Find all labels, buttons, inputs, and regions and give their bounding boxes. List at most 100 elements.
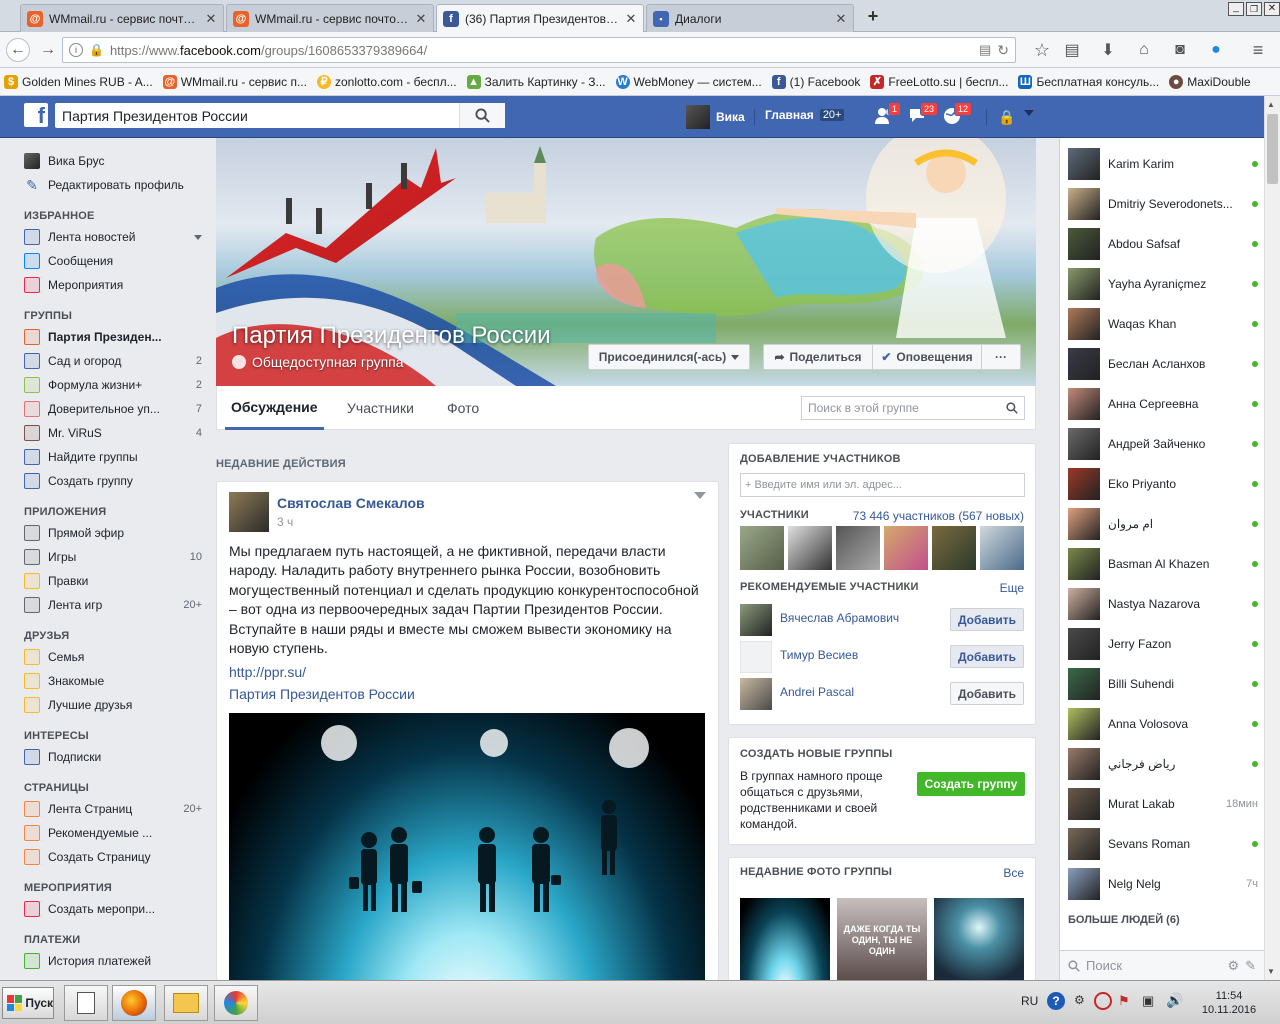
left-nav-item[interactable]: Знакомые	[24, 669, 202, 693]
tray-settings-icon[interactable]: ⚙	[1074, 993, 1085, 1007]
tab-members[interactable]: Участники	[341, 386, 420, 430]
joined-button[interactable]: Присоединился(-ась)	[588, 344, 750, 370]
bookmark-item[interactable]: ✗ FreeLotto.su | беспл...	[870, 74, 1008, 89]
add-member-button[interactable]: Добавить	[950, 608, 1024, 631]
notifications-globe-icon[interactable]: 12	[942, 102, 973, 128]
group-name[interactable]: Партия Президентов России	[232, 322, 551, 350]
browser-tab-3[interactable]: f (36) Партия Президентов Р... ✕	[436, 4, 644, 33]
member-thumb[interactable]	[980, 526, 1024, 570]
avatar[interactable]	[740, 678, 772, 710]
member-thumb[interactable]	[884, 526, 928, 570]
taskbar-app-calculator[interactable]	[64, 985, 108, 1021]
close-window-icon[interactable]: ✕	[1264, 2, 1280, 16]
left-nav-item[interactable]: Подписки	[24, 745, 202, 769]
chat-search-input[interactable]: Поиск ⚙ ✎	[1060, 950, 1264, 980]
left-nav-item[interactable]: Правки	[24, 569, 202, 593]
minimize-icon[interactable]: _	[1228, 2, 1244, 16]
bookmark-item[interactable]: ▲ Залить Картинку - З...	[466, 74, 606, 89]
add-member-button[interactable]: Добавить	[950, 645, 1024, 668]
group-search-input[interactable]: Поиск в этой группе	[801, 396, 1025, 420]
bookmark-item[interactable]: ₽ zonlotto.com - беспл...	[316, 74, 457, 89]
menu-icon[interactable]: ≡	[1246, 38, 1270, 62]
chat-contact[interactable]: Abdou Safsaf	[1068, 228, 1258, 260]
tray-antivirus-icon[interactable]	[1094, 992, 1112, 1010]
post-options-chevron-down-icon[interactable]	[694, 492, 706, 499]
close-tab-icon[interactable]: ✕	[205, 11, 217, 27]
privacy-shortcuts-icon[interactable]: 🔒	[998, 109, 1015, 126]
bookmark-item[interactable]: @ WMmail.ru - сервис п...	[162, 74, 307, 89]
language-indicator[interactable]: RU	[1021, 994, 1038, 1008]
left-nav-item[interactable]: Создать Страницу	[24, 845, 202, 869]
member-thumb[interactable]	[740, 526, 784, 570]
share-button[interactable]: ➦ Поделиться	[763, 344, 873, 370]
tray-volume-icon[interactable]: 🔊	[1166, 992, 1183, 1009]
left-nav-item[interactable]: Лента Страниц 20+	[24, 797, 202, 821]
recommended-member-name[interactable]: Andrei Pascal	[780, 685, 854, 699]
left-nav-item[interactable]: Формула жизни+ 2	[24, 373, 202, 397]
recommended-member-name[interactable]: Вячеслав Абрамович	[780, 611, 899, 625]
left-nav-item[interactable]: Создать группу	[24, 469, 202, 493]
restore-icon[interactable]: ❐	[1246, 2, 1262, 16]
taskbar-app-explorer[interactable]	[164, 985, 208, 1021]
left-nav-item[interactable]: Мероприятия	[24, 273, 202, 297]
left-nav-item[interactable]: Лента игр 20+	[24, 593, 202, 617]
close-tab-icon[interactable]: ✕	[415, 11, 427, 27]
chat-contact[interactable]: Jerry Fazon	[1068, 628, 1258, 660]
left-nav-item[interactable]: Сообщения	[24, 249, 202, 273]
bookmark-star-icon[interactable]: ☆	[1030, 38, 1054, 62]
chat-contact[interactable]: Беслан Асланхов	[1068, 348, 1258, 380]
left-nav-profile[interactable]: Вика Брус	[24, 149, 202, 173]
pocket-icon[interactable]: ◙	[1168, 38, 1192, 62]
taskbar-app-paint[interactable]	[214, 985, 258, 1021]
account-menu-chevron-down-icon[interactable]	[1024, 110, 1034, 116]
chevron-down-icon[interactable]	[194, 234, 202, 240]
avatar[interactable]	[740, 641, 772, 673]
photos-all-link[interactable]: Все	[1003, 866, 1024, 880]
tab-photos[interactable]: Фото	[441, 386, 485, 430]
scroll-down-icon[interactable]: ▼	[1267, 967, 1275, 976]
chat-contact[interactable]: Anna Volosova	[1068, 708, 1258, 740]
left-nav-item[interactable]: Найдите группы	[24, 445, 202, 469]
url-bar[interactable]: i 🔒 https://www.facebook.com/groups/1608…	[62, 37, 1016, 63]
recommended-member-name[interactable]: Тимур Весиев	[780, 648, 858, 662]
add-member-button[interactable]: Добавить	[950, 682, 1024, 705]
post-link[interactable]: http://ppr.su/	[229, 664, 306, 680]
chat-contact[interactable]: Murat Lakab 18мин	[1068, 788, 1258, 820]
left-nav-item[interactable]: Создать меропри...	[24, 897, 202, 921]
recommended-more-link[interactable]: Еще	[1000, 581, 1024, 595]
left-nav-item[interactable]: Игры 10	[24, 545, 202, 569]
left-nav-item[interactable]: Партия Президен...	[24, 325, 202, 349]
chat-contact[interactable]: Андрей Зайченко	[1068, 428, 1258, 460]
bookmark-item[interactable]: ● MaxiDouble	[1169, 74, 1251, 89]
scroll-up-icon[interactable]: ▲	[1267, 100, 1275, 109]
post-author-avatar[interactable]	[229, 492, 269, 532]
post-image[interactable]	[229, 713, 705, 980]
chat-contact[interactable]: رياض فرجاني	[1068, 748, 1258, 780]
left-nav-item[interactable]: Доверительное уп... 7	[24, 397, 202, 421]
notifications-button[interactable]: ✔ Оповещения	[872, 344, 982, 370]
bookmark-item[interactable]: $ Golden Mines RUB - A...	[4, 74, 153, 89]
downloads-icon[interactable]: ⬇	[1096, 38, 1120, 62]
info-icon[interactable]: i	[69, 43, 83, 57]
browser-tab-4[interactable]: ▪ Диалоги ✕	[646, 4, 854, 32]
left-nav-item[interactable]: Семья	[24, 645, 202, 669]
facebook-search[interactable]	[55, 103, 505, 128]
group-photo-thumb[interactable]	[934, 898, 1024, 982]
chat-contact[interactable]: Yayha Ayraniçmez	[1068, 268, 1258, 300]
member-thumb[interactable]	[836, 526, 880, 570]
facebook-logo-icon[interactable]: f	[24, 103, 48, 127]
help-icon[interactable]: ?	[1047, 992, 1065, 1010]
left-nav-item[interactable]: Рекомендуемые ...	[24, 821, 202, 845]
left-nav-item[interactable]: Mr. ViRuS 4	[24, 421, 202, 445]
post-author-name[interactable]: Святослав Смекалов	[277, 495, 425, 511]
close-tab-icon[interactable]: ✕	[625, 11, 637, 27]
home-icon[interactable]: ⌂	[1132, 38, 1156, 62]
gear-icon[interactable]: ⚙	[1227, 958, 1239, 974]
chat-contact[interactable]: Nelg Nelg 7ч	[1068, 868, 1258, 900]
more-options-button[interactable]: ···	[981, 344, 1021, 370]
tray-flag-icon[interactable]: ⚑	[1118, 993, 1130, 1009]
chat-contact[interactable]: Basman Al Khazen	[1068, 548, 1258, 580]
group-photo-thumb[interactable]: ДАЖЕ КОГДА ТЫ ОДИН, ТЫ НЕ ОДИН	[837, 898, 927, 982]
left-nav-item[interactable]: Лента новостей	[24, 225, 202, 249]
extension-icon[interactable]: ●	[1204, 38, 1228, 62]
